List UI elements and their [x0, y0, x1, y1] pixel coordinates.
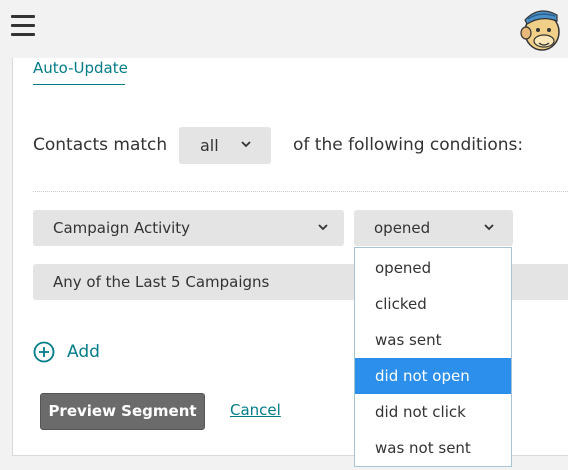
freddie-monkey-avatar-icon[interactable]: [517, 3, 565, 53]
condition-field-value: Campaign Activity: [53, 219, 191, 237]
condition-operator-value: opened: [374, 219, 431, 237]
dropdown-option-did-not-open[interactable]: did not open: [355, 358, 511, 394]
match-mode-value: all: [200, 136, 219, 155]
dropdown-option-opened[interactable]: opened: [355, 250, 511, 286]
dropdown-option-did-not-click[interactable]: did not click: [355, 394, 511, 430]
tab-auto-update[interactable]: Auto-Update: [33, 58, 128, 78]
cancel-link[interactable]: Cancel: [230, 401, 281, 420]
match-mode-select[interactable]: all: [179, 127, 271, 164]
preview-segment-button[interactable]: Preview Segment: [40, 393, 205, 430]
section-divider: [33, 191, 568, 192]
dropdown-option-was-not-sent[interactable]: was not sent: [355, 430, 511, 466]
dropdown-option-clicked[interactable]: clicked: [355, 286, 511, 322]
add-condition-button[interactable]: Add: [33, 340, 103, 364]
dropdown-option-was-sent[interactable]: was sent: [355, 322, 511, 358]
plus-circle-icon: [33, 341, 55, 363]
operator-dropdown-menu: opened clicked was sent did not open did…: [354, 247, 512, 467]
condition-field-select[interactable]: Campaign Activity: [33, 210, 344, 246]
hamburger-menu-icon[interactable]: [11, 14, 35, 38]
chevron-down-icon: [318, 224, 328, 231]
match-prefix-label: Contacts match: [33, 135, 168, 155]
add-condition-label: Add: [67, 342, 100, 362]
chevron-down-icon: [241, 141, 251, 148]
match-suffix-label: of the following conditions:: [293, 135, 524, 155]
condition-scope-value: Any of the Last 5 Campaigns: [53, 273, 270, 291]
condition-operator-select[interactable]: opened: [354, 210, 513, 246]
tab-active-underline: [33, 84, 125, 85]
top-bar: [0, 0, 568, 58]
chevron-down-icon: [484, 224, 494, 231]
